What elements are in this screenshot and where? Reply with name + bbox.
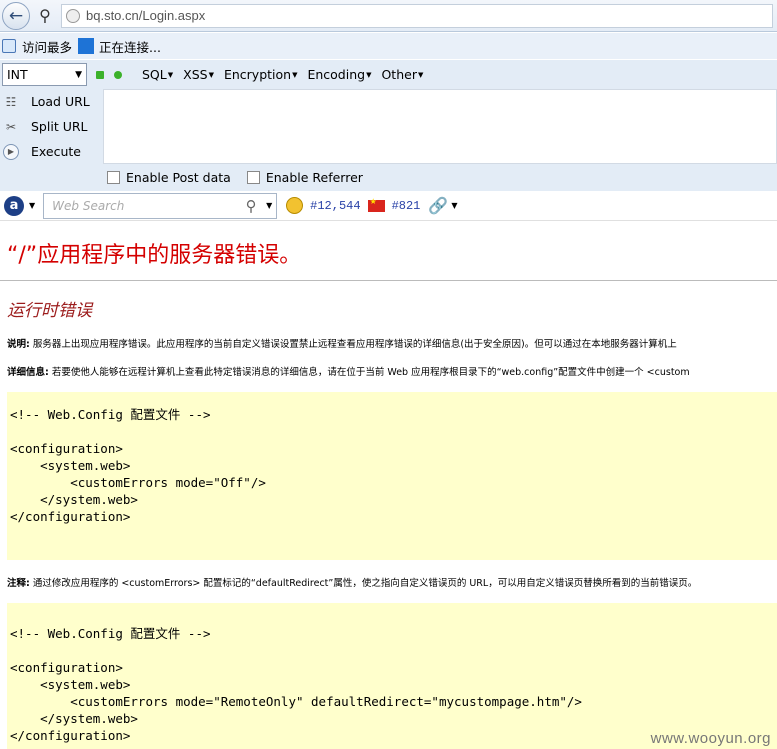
note-paragraph: 注释: 通过修改应用程序的 <customErrors> 配置标记的“defau… — [7, 575, 697, 589]
menu-encryption[interactable]: Encryption ▼ — [224, 67, 298, 82]
alexa-icon[interactable]: a — [4, 195, 24, 216]
details-label: 详细信息: — [7, 367, 49, 378]
split-url-button[interactable]: ✂ Split URL — [0, 114, 103, 139]
menu-label: Encoding — [307, 67, 366, 82]
caret-icon: ▼ — [167, 70, 174, 79]
bookmark-folder-icon — [2, 39, 16, 53]
watermark: www.wooyun.org — [650, 730, 771, 747]
search-toolbar: a ▼ Web Search ⚲ ▼ #12,544 #821 🔗 ▼ — [0, 191, 777, 221]
description-text: 服务器上出现应用程序错误。此应用程序的当前自定义错误设置禁止远程查看应用程序错误… — [29, 339, 677, 350]
caret-icon: ▼ — [366, 70, 372, 79]
enable-referrer-checkbox[interactable]: Enable Referrer — [246, 170, 363, 185]
menu-label: Encryption — [223, 67, 292, 82]
bookmark-connecting[interactable]: 正在连接... — [78, 37, 161, 56]
checkbox-box[interactable] — [246, 171, 260, 184]
minus-icon[interactable] — [96, 70, 104, 79]
type-select[interactable]: INT ▼ — [2, 63, 87, 86]
url-field[interactable]: bq.sto.cn/Login.aspx — [61, 3, 773, 28]
hackbar-toolbar: INT ▼ SQL ▼ XSS ▼ Encryption ▼ Encoding ▼ Ot… — [0, 59, 777, 89]
bookmark-label: 访问最多 — [22, 39, 73, 55]
bookmarks-bar: 访问最多 正在连接... — [0, 33, 777, 59]
plus-icon[interactable] — [114, 70, 122, 79]
bookmark-most-visited[interactable]: 访问最多 — [2, 37, 72, 56]
page-content: “/”应用程序中的服务器错误。 运行时错误 说明: 服务器上出现应用程序错误。此… — [0, 222, 777, 749]
description-label: 说明: — [7, 339, 30, 350]
dropdown-arrow-icon[interactable]: ▼ — [451, 201, 457, 210]
page-icon — [78, 38, 95, 54]
code-block: <!-- Web.Config 配置文件 --> <configuration>… — [7, 392, 777, 560]
note-label: 注释: — [7, 578, 30, 589]
menu-xss[interactable]: XSS ▼ — [183, 67, 214, 82]
caret-icon: ▼ — [292, 70, 298, 79]
global-rank[interactable]: #12,544 — [310, 199, 360, 213]
web-search-field[interactable]: Web Search ⚲ ▼ — [43, 192, 278, 219]
note-text: 通过修改应用程序的 <customErrors> 配置标记的“defaultRe… — [29, 578, 698, 589]
play-icon: ▶ — [3, 143, 19, 160]
checkbox-label: Enable Post data — [126, 170, 231, 185]
menu-label: SQL — [142, 67, 167, 82]
checkbox-label: Enable Referrer — [265, 170, 363, 185]
enable-post-data-checkbox[interactable]: Enable Post data — [107, 170, 231, 185]
hackbar-options: Enable Post data Enable Referrer — [0, 164, 777, 191]
globe-icon — [66, 8, 80, 23]
back-arrow-icon: ← — [8, 5, 24, 26]
hackbar-side-actions: ☷ Load URL ✂ Split URL ▶ Execute — [0, 89, 103, 164]
load-url-button[interactable]: ☷ Load URL — [0, 89, 103, 114]
url-editor[interactable] — [103, 89, 777, 164]
scissors-icon: ✂ — [5, 119, 17, 134]
split-url-label: Split URL — [31, 119, 88, 134]
menu-sql[interactable]: SQL ▼ — [142, 67, 173, 82]
execute-label: Execute — [31, 144, 81, 159]
load-url-icon: ☷ — [5, 94, 17, 109]
menu-label: Other — [381, 67, 417, 82]
caret-icon: ▼ — [208, 70, 214, 79]
menu-label: XSS — [183, 67, 208, 82]
description-paragraph: 说明: 服务器上出现应用程序错误。此应用程序的当前自定义错误设置禁止远程查看应用… — [7, 336, 677, 350]
divider — [0, 280, 777, 281]
url-text: bq.sto.cn/Login.aspx — [86, 8, 206, 23]
execute-button[interactable]: ▶ Execute — [0, 139, 103, 164]
address-bar: ← ⚲ bq.sto.cn/Login.aspx — [0, 0, 777, 32]
load-url-label: Load URL — [31, 94, 90, 109]
chain-link-icon[interactable]: 🔗 — [428, 196, 448, 215]
checkbox-box[interactable] — [107, 171, 120, 184]
dropdown-arrow-icon[interactable]: ▼ — [29, 201, 35, 210]
menu-other[interactable]: Other ▼ — [381, 67, 423, 82]
menu-encoding[interactable]: Encoding ▼ — [307, 67, 371, 82]
china-flag-icon — [367, 197, 385, 212]
type-select-value: INT — [7, 67, 28, 82]
key-icon[interactable]: ⚲ — [33, 3, 57, 29]
details-paragraph: 详细信息: 若要使他人能够在远程计算机上查看此特定错误消息的详细信息，请在位于当… — [7, 364, 690, 378]
search-input[interactable]: Web Search — [44, 199, 240, 213]
code-block: <!-- Web.Config 配置文件 --> <configuration>… — [7, 603, 777, 749]
increment-controls — [96, 70, 132, 79]
bookmark-label: 正在连接... — [99, 39, 161, 55]
caret-icon: ▼ — [417, 70, 424, 79]
country-rank[interactable]: #821 — [392, 199, 421, 213]
back-button[interactable]: ← — [2, 1, 30, 30]
error-title: “/”应用程序中的服务器错误。 — [7, 243, 302, 268]
lightbulb-icon[interactable] — [286, 197, 304, 214]
search-icon[interactable]: ⚲ — [240, 197, 262, 215]
dropdown-arrow-icon[interactable]: ▼ — [262, 201, 276, 210]
details-text: 若要使他人能够在远程计算机上查看此特定错误消息的详细信息，请在位于当前 Web … — [48, 367, 690, 378]
error-subtitle: 运行时错误 — [7, 301, 92, 321]
dropdown-arrow-icon: ▼ — [75, 69, 82, 80]
